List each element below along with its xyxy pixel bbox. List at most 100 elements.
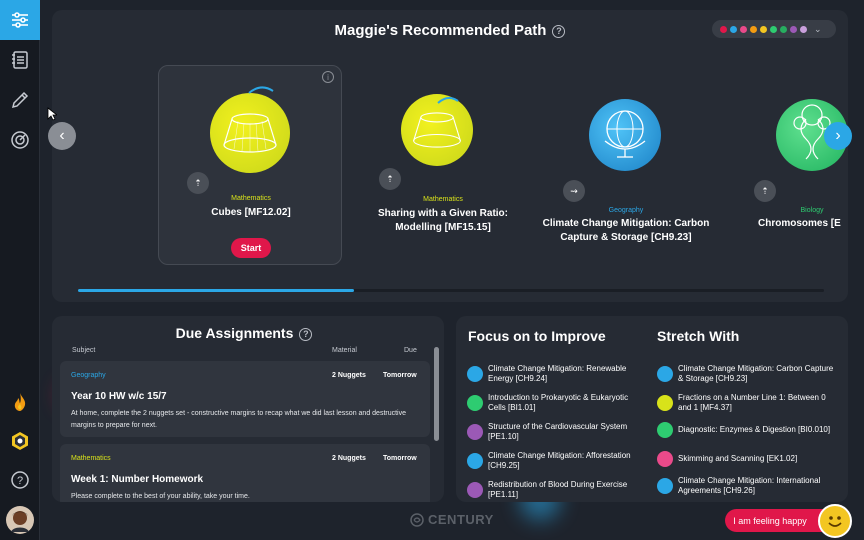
focus-item-label: Introduction to Prokaryotic & Eukaryotic… [488, 393, 629, 412]
help-circle-icon[interactable]: ? [299, 327, 313, 341]
focus-item[interactable]: Climate Change Mitigation: Afforestation… [467, 451, 647, 471]
subject-color-dot[interactable] [720, 25, 727, 33]
focus-item[interactable]: Structure of the Cardiovascular System [… [467, 422, 647, 442]
card-subject: Geography [608, 207, 644, 214]
stretch-item[interactable]: Climate Change Mitigation: Carbon Captur… [657, 364, 837, 384]
left-rail: ? [0, 0, 40, 540]
focus-item-label: Structure of the Cardiovascular System [… [488, 422, 628, 441]
card-title: Climate Change Mitigation: Carbon Captur… [542, 218, 710, 243]
assignment-material: 2 Nuggets [332, 372, 366, 379]
assignment-description: At home, complete the 2 nuggets set - co… [71, 410, 407, 429]
focus-title: Focus on to Improve [468, 328, 606, 344]
help-circle-icon[interactable]: ? [552, 24, 566, 38]
subject-color-dot[interactable] [780, 25, 787, 33]
globe-icon [467, 453, 483, 469]
assignment-description: Please complete to the best of your abil… [71, 493, 250, 500]
stretch-title: Stretch With [657, 328, 740, 344]
assignment-material: 2 Nuggets [332, 455, 366, 462]
page-title: Maggie's Recommended Path [334, 22, 547, 39]
stretch-item-label: Skimming and Scanning [EK1.02] [678, 454, 798, 463]
stretch-item-label: Climate Change Mitigation: International… [678, 476, 821, 495]
card-subject: Biology [800, 207, 824, 214]
section-title: Due Assignments [175, 325, 294, 341]
profile-avatar[interactable] [0, 500, 40, 540]
assignment-title: Year 10 HW w/c 15/7 [71, 391, 167, 402]
focus-stretch-panel: Focus on to Improve Stretch With Climate… [456, 316, 848, 502]
focus-item-label: Climate Change Mitigation: Afforestation… [488, 451, 631, 470]
globe-icon [604, 110, 646, 158]
previous-arrow-button[interactable]: ‹ [48, 122, 76, 150]
column-header-subject: Subject [72, 347, 96, 354]
assignments-scrollbar[interactable] [434, 347, 439, 441]
stretch-item[interactable]: Skimming and Scanning [EK1.02] [657, 451, 837, 467]
card-title: Sharing with a Given Ratio: Modelling [M… [377, 208, 508, 233]
assignment-card[interactable]: Geography 2 Nuggets Tomorrow Year 10 HW … [60, 361, 430, 437]
sliders-icon [12, 12, 28, 28]
chevron-left-icon: ‹ [59, 127, 65, 144]
subject-color-dot[interactable] [770, 25, 777, 33]
smiley-face-icon [828, 516, 842, 527]
focus-item[interactable]: Redistribution of Blood During Exercise … [467, 480, 647, 500]
path-scroll-progress[interactable] [78, 289, 824, 292]
assignment-title: Week 1: Number Homework [71, 474, 204, 485]
stretch-item[interactable]: Diagnostic: Enzymes & Digestion [BI0.010… [657, 422, 837, 438]
streak-button[interactable] [0, 382, 40, 422]
learning-path-nav-button[interactable] [0, 0, 40, 40]
nugget-card[interactable]: ⇡ Mathematics Sharing with a Given Ratio… [360, 80, 526, 240]
globe-icon [467, 366, 483, 382]
stretch-item[interactable]: Climate Change Mitigation: International… [657, 476, 837, 496]
assignment-card[interactable]: Mathematics 2 Nuggets Tomorrow Week 1: N… [60, 444, 430, 502]
subject-color-dot[interactable] [760, 25, 767, 33]
number-line-icon [657, 395, 673, 411]
level-badge-icon: ⇡ [187, 172, 209, 194]
subject-color-dot[interactable] [800, 25, 807, 33]
focus-item-label: Redistribution of Blood During Exercise … [488, 480, 628, 499]
info-icon[interactable]: i [322, 71, 334, 83]
stretch-item[interactable]: Fractions on a Number Line 1: Between 0 … [657, 393, 837, 413]
assignment-due: Tomorrow [383, 455, 417, 462]
column-header-due: Due [404, 347, 417, 354]
focus-item-label: Climate Change Mitigation: Renewable Ene… [488, 364, 627, 383]
focus-item[interactable]: Introduction to Prokaryotic & Eukaryotic… [467, 393, 647, 413]
badges-button[interactable] [0, 421, 40, 461]
stretch-item-label: Climate Change Mitigation: Carbon Captur… [678, 364, 834, 383]
card-title: Chromosomes [E [758, 218, 841, 229]
progress-arc-icon [248, 86, 274, 94]
focus-item[interactable]: Climate Change Mitigation: Renewable Ene… [467, 364, 647, 384]
mood-smiley[interactable] [818, 504, 852, 538]
nugget-card[interactable]: ⇝ Geography Climate Change Mitigation: C… [536, 80, 716, 243]
blood-icon [467, 482, 483, 498]
century-logo: CENTURY [410, 512, 494, 527]
subject-color-dot[interactable] [730, 25, 737, 33]
subject-color-dot[interactable] [740, 25, 747, 33]
help-button[interactable]: ? [0, 460, 40, 500]
level-badge-icon: ⇡ [754, 180, 776, 202]
globe-icon [657, 366, 673, 382]
century-logo-icon [410, 512, 424, 527]
question-circle-icon: ? [11, 471, 29, 489]
feeling-button[interactable]: I am feeling happy [725, 509, 825, 532]
chevron-down-icon: ⌄ [814, 23, 822, 34]
mouse-cursor-icon [47, 107, 57, 121]
dashboard-nav-button[interactable] [0, 120, 40, 160]
assignments-nav-button[interactable] [0, 80, 40, 120]
start-button[interactable]: Start [231, 238, 271, 258]
path-scroll-progress-fill [78, 289, 355, 292]
gauge-icon [11, 131, 29, 149]
heart-icon [467, 424, 483, 440]
subject-color-dot[interactable] [790, 25, 797, 33]
pencil-icon [11, 91, 29, 109]
cell-icon [467, 395, 483, 411]
stretch-item-label: Diagnostic: Enzymes & Digestion [BI0.010… [678, 425, 831, 434]
cubes-nugget-image [210, 93, 290, 173]
assignment-subject: Geography [71, 372, 106, 379]
next-arrow-button[interactable]: › [824, 122, 852, 150]
subject-color-dot[interactable] [750, 25, 757, 33]
subject-filter-dropdown[interactable]: ⌄ [712, 20, 836, 38]
nugget-card[interactable]: ⇡ Biology Chromosomes [E [752, 80, 848, 240]
card-title: Cubes [MF12.02] [211, 207, 291, 218]
book-icon [657, 451, 673, 467]
nugget-card-active[interactable]: i ⇡ Mathematics Cubes [MF12.02] Start [158, 65, 342, 265]
notebook-nav-button[interactable] [0, 40, 40, 80]
due-assignments-panel: Due Assignments? Subject Material Due Ge… [52, 316, 444, 502]
